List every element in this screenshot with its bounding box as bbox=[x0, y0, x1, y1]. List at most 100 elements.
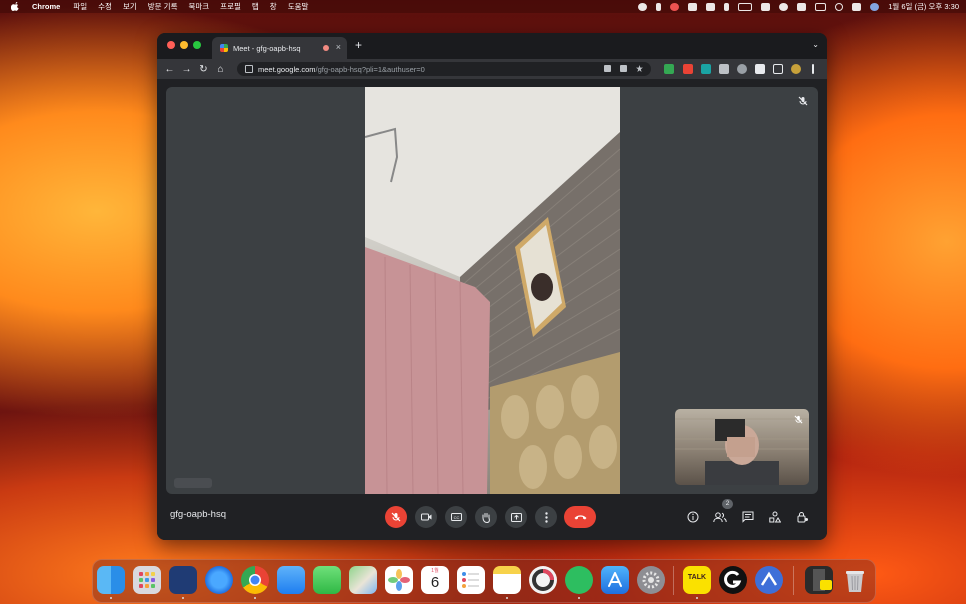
dock-launchpad-icon[interactable] bbox=[133, 566, 161, 594]
menu-edit[interactable]: 수정 bbox=[98, 1, 112, 12]
app-status-icon[interactable] bbox=[688, 2, 698, 11]
profile-avatar[interactable] bbox=[791, 64, 801, 74]
teal-extension-icon[interactable] bbox=[701, 64, 711, 74]
home-button[interactable]: ⌂ bbox=[212, 64, 229, 75]
dock-evernote-icon[interactable] bbox=[565, 566, 593, 594]
kakao-status-icon[interactable] bbox=[638, 2, 648, 11]
dock-calendar-icon[interactable]: 1월 6 bbox=[421, 566, 449, 594]
host-controls-button[interactable] bbox=[795, 509, 811, 525]
dock-mail-icon[interactable] bbox=[277, 566, 305, 594]
dock-notes-icon[interactable] bbox=[493, 566, 521, 594]
captions-button[interactable]: CC bbox=[445, 506, 467, 528]
control-center-dim-icon[interactable] bbox=[815, 2, 827, 11]
leave-call-button[interactable] bbox=[564, 506, 596, 528]
menu-history[interactable]: 방문 기록 bbox=[148, 1, 178, 12]
siri-icon[interactable] bbox=[870, 2, 880, 11]
dock-chrome-icon[interactable] bbox=[241, 566, 269, 594]
meet-page: gfg-oapb-hsq CC 2 bbox=[157, 79, 827, 540]
dock-maps-icon[interactable] bbox=[349, 566, 377, 594]
dock-photos-icon[interactable] bbox=[385, 566, 413, 594]
more-options-button[interactable] bbox=[535, 506, 557, 528]
bluetooth-status-icon[interactable] bbox=[656, 2, 662, 11]
chrome-menu-icon[interactable] bbox=[812, 64, 814, 74]
activities-button[interactable] bbox=[767, 509, 783, 525]
wifi-icon[interactable] bbox=[779, 2, 789, 11]
gray-extension-icon[interactable] bbox=[737, 64, 747, 74]
main-participant-video[interactable] bbox=[365, 87, 620, 494]
present-screen-button[interactable] bbox=[505, 506, 527, 528]
dock-downloads-stack-icon[interactable] bbox=[805, 566, 833, 594]
people-icon bbox=[713, 511, 727, 522]
dock-finder-icon[interactable] bbox=[97, 566, 125, 594]
launchpad-grid-icon bbox=[139, 572, 155, 588]
gear-icon bbox=[642, 571, 660, 589]
input-source-icon[interactable] bbox=[797, 2, 807, 11]
activities-shapes-icon bbox=[769, 511, 781, 523]
camera-toggle-button[interactable] bbox=[415, 506, 437, 528]
reload-button[interactable]: ↻ bbox=[195, 64, 212, 75]
new-tab-button[interactable]: + bbox=[355, 38, 362, 52]
red-extension-icon[interactable] bbox=[683, 64, 693, 74]
dock-safari-icon[interactable] bbox=[205, 566, 233, 594]
evernote-running-indicator bbox=[578, 597, 580, 599]
dock-system-settings-icon[interactable] bbox=[637, 566, 665, 594]
video-stage bbox=[166, 87, 818, 494]
dock-nordvpn-icon[interactable] bbox=[755, 566, 783, 594]
mic-toggle-button[interactable] bbox=[385, 506, 407, 528]
menubar-clock[interactable]: 1월 6일 (금) 오후 3:30 bbox=[888, 1, 959, 12]
dock-kakaotalk-icon[interactable]: TALK bbox=[683, 566, 711, 594]
meet-control-bar: gfg-oapb-hsq CC 2 bbox=[157, 496, 827, 540]
shield-extension-icon[interactable] bbox=[664, 64, 674, 74]
recording-indicator-icon bbox=[323, 45, 329, 51]
close-window-button[interactable] bbox=[167, 41, 175, 49]
menu-profiles[interactable]: 프로필 bbox=[220, 1, 241, 12]
forward-button[interactable]: → bbox=[178, 64, 195, 75]
bluetooth-icon[interactable] bbox=[724, 2, 730, 11]
recording-status-icon[interactable] bbox=[670, 2, 680, 11]
clipboard-status-icon[interactable] bbox=[706, 2, 716, 11]
dock-activity-monitor-icon[interactable] bbox=[529, 566, 557, 594]
zoom-window-button[interactable] bbox=[193, 41, 201, 49]
bird-running-indicator bbox=[182, 597, 184, 599]
tab-strip: Meet - gfg-oapb-hsq × + ⌄ bbox=[157, 33, 827, 59]
raise-hand-button[interactable] bbox=[475, 506, 497, 528]
menu-help[interactable]: 도움말 bbox=[288, 1, 309, 12]
search-icon[interactable] bbox=[835, 2, 844, 11]
address-bar[interactable]: meet.google.com/gfg-oapb-hsq?pli=1&authu… bbox=[237, 62, 651, 76]
kakao-talk-label: TALK bbox=[687, 574, 707, 581]
activity-ring-icon bbox=[532, 569, 554, 591]
dock-messages-icon[interactable] bbox=[313, 566, 341, 594]
menu-view[interactable]: 보기 bbox=[123, 1, 137, 12]
battery-icon[interactable] bbox=[738, 2, 753, 11]
puzzle-extensions-icon[interactable] bbox=[755, 64, 765, 74]
glasses-extension-icon[interactable] bbox=[719, 64, 729, 74]
minimize-window-button[interactable] bbox=[180, 41, 188, 49]
menu-window[interactable]: 창 bbox=[270, 1, 277, 12]
app-menu-chrome[interactable]: Chrome bbox=[32, 2, 60, 11]
self-view-tile[interactable] bbox=[675, 409, 809, 485]
meeting-details-button[interactable] bbox=[685, 509, 701, 525]
lock-icon[interactable] bbox=[245, 65, 253, 73]
back-button[interactable]: ← bbox=[161, 64, 178, 75]
apple-logo-icon[interactable] bbox=[11, 2, 20, 11]
people-button[interactable] bbox=[712, 509, 728, 525]
dock-bird-app-icon[interactable] bbox=[169, 566, 197, 594]
dock-app-store-icon[interactable] bbox=[601, 566, 629, 594]
tab-meet[interactable]: Meet - gfg-oapb-hsq × bbox=[212, 37, 347, 59]
bookmark-star-icon[interactable] bbox=[636, 65, 643, 72]
dock-g-app-icon[interactable] bbox=[719, 566, 747, 594]
dock-reminders-icon[interactable] bbox=[457, 566, 485, 594]
menu-tab[interactable]: 탭 bbox=[252, 1, 259, 12]
tab-search-chevron-icon[interactable]: ⌄ bbox=[812, 40, 819, 49]
menu-bookmarks[interactable]: 북마크 bbox=[188, 1, 209, 12]
menu-file[interactable]: 파일 bbox=[73, 1, 87, 12]
camera-in-use-icon[interactable] bbox=[604, 65, 611, 72]
display-icon[interactable] bbox=[761, 2, 771, 11]
info-icon bbox=[687, 511, 699, 523]
control-center-icon[interactable] bbox=[852, 2, 862, 11]
chat-button[interactable] bbox=[740, 509, 756, 525]
dock-trash-icon[interactable] bbox=[841, 566, 869, 594]
side-panel-icon[interactable] bbox=[773, 64, 783, 74]
tab-close-button[interactable]: × bbox=[336, 42, 341, 52]
share-icon[interactable] bbox=[620, 65, 627, 72]
